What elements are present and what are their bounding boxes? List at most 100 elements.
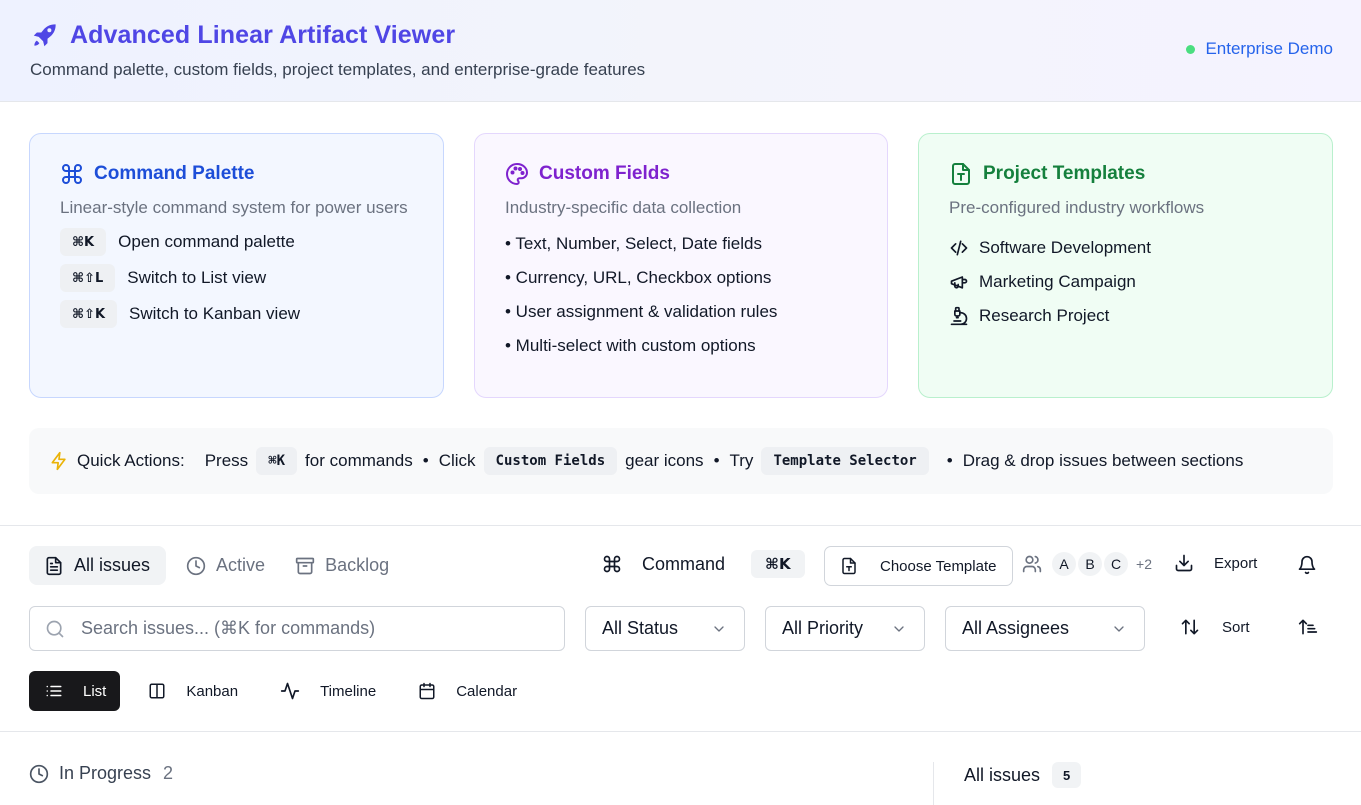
enterprise-badge: Enterprise Demo <box>1186 39 1333 59</box>
field-bullet: • Currency, URL, Checkbox options <box>505 268 772 287</box>
quick-template-selector: Template Selector <box>761 447 929 475</box>
avatar-more[interactable]: +2 <box>1132 552 1156 576</box>
tab-all-issues[interactable]: All issues <box>29 546 167 585</box>
sidebar-all-issues[interactable]: All issues 5 <box>964 762 1082 788</box>
template-item-label: Software Development <box>979 238 1151 257</box>
view-kanban[interactable]: Kanban <box>132 671 252 711</box>
clock-icon <box>29 764 49 784</box>
shortcut-keys: ⌘K <box>60 228 107 256</box>
group-count: 2 <box>163 763 174 783</box>
shortcut-label: Switch to List view <box>127 268 267 287</box>
template-item[interactable]: Research Project <box>949 306 1302 326</box>
tab-label: Active <box>216 555 266 575</box>
template-item-label: Marketing Campaign <box>979 272 1136 291</box>
sidebar-all-issues-label: All issues <box>964 764 1041 785</box>
template-item[interactable]: Marketing Campaign <box>949 272 1302 292</box>
app-subtitle: Command palette, custom fields, project … <box>30 60 646 79</box>
custom-fields-description: Industry-specific data collection <box>505 198 742 217</box>
assignees-select[interactable]: All Assignees <box>945 606 1145 651</box>
quick-press-key: ⌘K <box>256 447 298 475</box>
assignee-avatars[interactable]: A B C +2 <box>1022 552 1156 576</box>
bell-icon[interactable] <box>1297 555 1317 575</box>
custom-fields-title-text: Custom Fields <box>539 163 670 184</box>
quick-drag: Drag & drop issues between sections <box>962 451 1244 470</box>
quick-try: Try <box>729 451 754 470</box>
search-field[interactable] <box>29 606 565 651</box>
custom-fields-title: Custom Fields <box>505 162 857 186</box>
app-header: Advanced Linear Artifact Viewer Command … <box>0 0 1361 102</box>
sort-direction-icon[interactable] <box>1298 617 1318 637</box>
view-list[interactable]: List <box>29 671 121 711</box>
quick-gear-icons: gear icons <box>625 451 704 470</box>
document-icon <box>44 556 64 576</box>
view-timeline[interactable]: Timeline <box>264 671 390 711</box>
avatar[interactable]: A <box>1052 552 1076 576</box>
status-select[interactable]: All Status <box>585 606 745 651</box>
users-icon <box>1022 554 1042 574</box>
template-item[interactable]: Software Development <box>949 238 1302 258</box>
custom-fields-card: Custom Fields Industry-specific data col… <box>474 133 888 398</box>
project-templates-title: Project Templates <box>949 162 1302 186</box>
chevron-down-icon <box>1111 621 1127 637</box>
choose-template-button[interactable]: Choose Template <box>824 546 1013 586</box>
sort-button[interactable]: Sort <box>1180 617 1250 637</box>
view-label: Timeline <box>320 682 377 700</box>
quick-separator: • <box>713 451 720 470</box>
status-select-value: All Status <box>602 618 679 638</box>
sidebar-divider <box>933 762 934 805</box>
tab-label: Backlog <box>325 555 390 575</box>
sort-label: Sort <box>1222 618 1250 636</box>
export-label: Export <box>1214 554 1258 572</box>
issue-tabs: All issues Active Backlog <box>29 546 399 585</box>
count-badge: 5 <box>1052 762 1082 788</box>
shortcut-keys: ⌘⇧K <box>60 300 118 328</box>
command-shortcut: ⌘K <box>751 550 805 578</box>
quick-actions-label: Quick Actions: <box>77 451 185 470</box>
tab-label: All issues <box>74 555 151 575</box>
quick-actions-bar: Quick Actions: Press ⌘K for commands • C… <box>29 428 1333 494</box>
calendar-icon <box>418 682 436 700</box>
field-bullet: • Text, Number, Select, Date fields <box>505 234 762 253</box>
tab-active[interactable]: Active <box>176 546 275 585</box>
quick-click: Click <box>438 451 476 470</box>
project-templates-card: Project Templates Pre-configured industr… <box>918 133 1333 398</box>
quick-custom-fields: Custom Fields <box>483 447 618 475</box>
project-templates-title-text: Project Templates <box>983 163 1146 184</box>
view-switcher: List Kanban Timeline Calendar <box>29 671 543 711</box>
file-template-icon <box>949 162 973 186</box>
command-icon <box>60 162 84 186</box>
file-plus-icon <box>840 557 858 575</box>
command-label: Command <box>642 553 726 574</box>
search-input[interactable] <box>81 618 541 639</box>
export-button[interactable]: Export <box>1174 553 1257 573</box>
group-in-progress[interactable]: In Progress 2 <box>29 763 173 784</box>
priority-select[interactable]: All Priority <box>765 606 925 651</box>
command-icon <box>602 554 622 574</box>
avatar[interactable]: C <box>1104 552 1128 576</box>
app-title: Advanced Linear Artifact Viewer <box>70 20 456 49</box>
download-icon <box>1174 553 1194 573</box>
shortcut-label: Switch to Kanban view <box>129 304 301 323</box>
arrows-up-down-icon <box>1180 617 1200 637</box>
command-button[interactable]: Command ⌘K <box>602 550 805 578</box>
columns-icon <box>148 682 166 700</box>
chevron-down-icon <box>711 621 727 637</box>
choose-template-label: Choose Template <box>880 557 997 575</box>
view-calendar[interactable]: Calendar <box>402 671 531 711</box>
view-label: List <box>83 682 107 700</box>
enterprise-badge-label: Enterprise Demo <box>1205 39 1333 58</box>
shortcut-keys: ⌘⇧L <box>60 264 116 292</box>
tab-backlog[interactable]: Backlog <box>285 546 399 585</box>
field-bullet: • Multi-select with custom options <box>505 336 756 355</box>
shortcut-row: ⌘⇧K Switch to Kanban view <box>60 300 413 328</box>
command-palette-title: Command Palette <box>60 162 413 186</box>
view-label: Kanban <box>186 682 239 700</box>
list-icon <box>45 682 63 700</box>
palette-icon <box>505 162 529 186</box>
title-row: Advanced Linear Artifact Viewer <box>30 20 455 50</box>
avatar[interactable]: B <box>1078 552 1102 576</box>
quick-separator: • <box>422 451 429 470</box>
clock-icon <box>186 556 206 576</box>
quick-press: Press <box>204 451 249 470</box>
shortcut-row: ⌘K Open command palette <box>60 228 413 256</box>
